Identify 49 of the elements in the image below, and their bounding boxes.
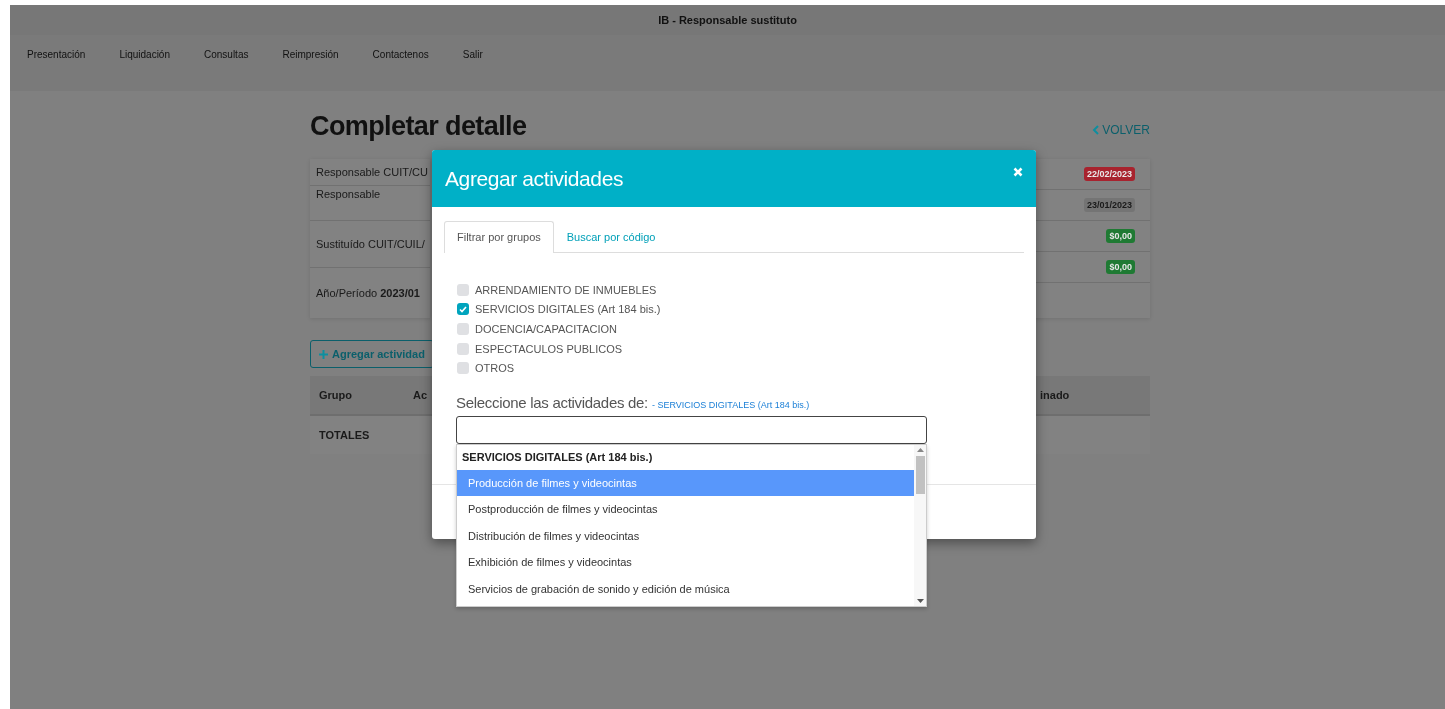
value-badge: 23/01/2023 <box>1083 198 1135 212</box>
checkbox[interactable] <box>457 362 469 375</box>
menu-item[interactable]: Reimpresión <box>282 49 339 60</box>
totals-label: TOTALES <box>319 429 370 441</box>
summary-label: Responsable <box>316 188 381 200</box>
scroll-up-icon[interactable] <box>916 447 924 452</box>
dropdown-option[interactable]: Exhibición de filmes y videocintas <box>457 549 914 576</box>
app-title: IB - Responsable sustituto <box>658 14 797 26</box>
tab[interactable]: Filtrar por grupos <box>444 221 554 253</box>
select-label: Seleccione las actividades de: <box>456 393 648 411</box>
checkbox-label: ESPECTACULOS PUBLICOS <box>475 342 623 355</box>
selected-group-text: - SERVICIOS DIGITALES (Art 184 bis.) <box>651 399 810 410</box>
checkbox-label: OTROS <box>475 362 515 375</box>
close-icon[interactable] <box>1013 166 1023 177</box>
modal-title: Agregar actividades <box>445 166 623 191</box>
dropdown-option[interactable]: Producción de filmes y videocintas <box>457 469 914 497</box>
menu-item[interactable]: Contactenos <box>372 49 429 60</box>
scrollbar[interactable] <box>914 444 926 606</box>
value-badge: $0,00 <box>1106 260 1135 274</box>
checkbox[interactable] <box>457 323 469 335</box>
search-field[interactable] <box>456 415 927 444</box>
dropdown-option[interactable]: Distribución de filmes y videocintas <box>457 522 914 550</box>
page-title: Completar detalle <box>310 110 527 143</box>
checkbox-label: ARRENDAMIENTO DE INMUEBLES <box>475 283 657 296</box>
summary-label: Responsable CUIT/CU <box>316 166 428 178</box>
checkbox-label: DOCENCIA/CAPACITACION <box>475 323 617 335</box>
dropdown-option[interactable]: Postproducción de filmes y videocintas <box>457 496 914 523</box>
checkbox[interactable] <box>457 283 469 296</box>
checkbox[interactable] <box>457 342 469 355</box>
summary-label: Año/Período 2023/01 <box>316 287 420 299</box>
tab[interactable]: Buscar por código <box>553 221 669 252</box>
checkbox-label: SERVICIOS DIGITALES (Art 184 bis.) <box>475 303 661 316</box>
column-header: Grupo <box>319 389 352 401</box>
column-header: inado <box>1040 389 1070 401</box>
column-header: Ac <box>413 389 428 401</box>
menu-item[interactable]: Salir <box>462 49 483 60</box>
value-badge: 22/02/2023 <box>1083 167 1135 181</box>
summary-label: Sustituído CUIT/CUIL/ <box>316 238 425 250</box>
scroll-down-icon[interactable] <box>916 598 924 603</box>
scrollbar-thumb[interactable] <box>915 455 925 494</box>
menu-item[interactable]: Presentación <box>27 49 86 60</box>
option-group-header: SERVICIOS DIGITALES (Art 184 bis.) <box>461 449 654 465</box>
value-badge: $0,00 <box>1106 229 1135 243</box>
menu-item[interactable]: Consultas <box>204 49 249 60</box>
checkbox[interactable] <box>457 303 469 316</box>
dropdown-option[interactable]: Servicios de grabación de sonido y edición de música <box>457 575 914 603</box>
menu-item[interactable]: Liquidación <box>119 49 170 60</box>
plus-icon <box>319 349 328 359</box>
chevron-left-icon <box>1092 125 1100 135</box>
